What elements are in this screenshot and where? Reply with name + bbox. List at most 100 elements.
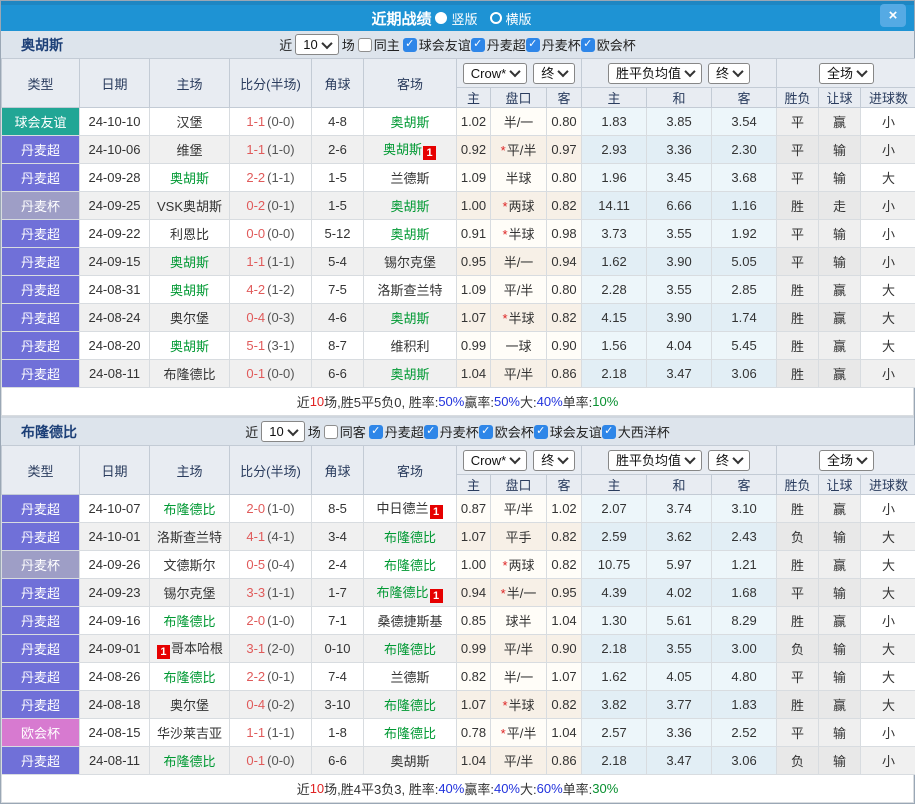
wdl-result-cell: 胜: [777, 691, 819, 719]
league-checkbox[interactable]: 丹麦超: [471, 35, 526, 54]
avg-away-cell: 3.00: [712, 635, 777, 663]
avg-away-cell: 5.45: [712, 332, 777, 360]
match-count-select[interactable]: 10: [261, 421, 304, 442]
match-count-select[interactable]: 10: [295, 34, 338, 55]
avg-final-select[interactable]: 终: [708, 450, 750, 471]
radio-horizontal-layout[interactable]: 横版: [490, 9, 532, 28]
odds-away-cell: 0.82: [547, 304, 582, 332]
score-cell: 0-1(0-0): [230, 360, 312, 388]
radio-vertical-label: 竖版: [451, 9, 477, 28]
handicap-result-cell: 输: [819, 248, 861, 276]
league-checkbox[interactable]: 丹麦杯: [526, 35, 581, 54]
handicap-line-label: 半/一: [504, 670, 534, 685]
halftime-score: (1-0): [267, 501, 294, 516]
fulltime-select[interactable]: 全场: [819, 450, 874, 471]
handicap-line-cell: 平/半: [491, 495, 547, 523]
handicap-line-cell: 平手: [491, 523, 547, 551]
team-label: 洛斯查兰特: [157, 530, 222, 545]
league-checkbox[interactable]: 丹麦杯: [424, 422, 479, 441]
team-label: 奥胡斯: [390, 367, 429, 382]
red-card-badge: 1: [430, 505, 443, 519]
odds-away-cell: 0.80: [547, 276, 582, 304]
league-checkbox[interactable]: 大西洋杯: [602, 422, 670, 441]
league-checkbox[interactable]: 球会友谊: [403, 35, 471, 54]
fulltime-score: 0-2: [246, 198, 265, 213]
wdl-result-cell: 负: [777, 747, 819, 775]
handicap-line-label: 一球: [505, 339, 531, 354]
same-venue-checkbox[interactable]: 同客: [324, 422, 366, 441]
avg-draw-cell: 3.77: [647, 691, 712, 719]
avg-draw-cell: 3.47: [647, 360, 712, 388]
goals-result-cell: 大: [861, 164, 915, 192]
halftime-score: (4-1): [267, 529, 294, 544]
league-checkbox[interactable]: 欧会杯: [479, 422, 534, 441]
halftime-score: (1-1): [267, 170, 294, 185]
sub-header-odds-away: 客: [547, 88, 582, 108]
handicap-result-cell: 赢: [819, 332, 861, 360]
avg-final-select[interactable]: 终: [708, 63, 750, 84]
corners-cell: 6-6: [312, 360, 364, 388]
date-cell: 24-09-16: [80, 607, 150, 635]
fulltime-group-header: 全场: [777, 59, 915, 88]
league-checkbox[interactable]: 欧会杯: [581, 35, 636, 54]
home-team-cell: 洛斯查兰特: [150, 523, 230, 551]
checkbox-icon: [479, 425, 493, 439]
halftime-score: (1-1): [267, 585, 294, 600]
col-header-type: 类型: [2, 59, 80, 108]
odds-final-select[interactable]: 终: [533, 63, 575, 84]
avg-home-cell: 1.30: [582, 607, 647, 635]
wdl-result-cell: 平: [777, 579, 819, 607]
score-cell: 0-0(0-0): [230, 220, 312, 248]
avg-select[interactable]: 胜平负均值: [608, 450, 702, 471]
sub-header-odds-home: 主: [457, 88, 491, 108]
handicap-line-cell: *半球: [491, 691, 547, 719]
table-row: 丹麦超24-09-15奥胡斯1-1(1-1)5-4锡尔克堡0.95半/一0.94…: [2, 248, 915, 276]
fulltime-select[interactable]: 全场: [819, 63, 874, 84]
radio-horizontal-label: 横版: [506, 9, 532, 28]
close-button[interactable]: ×: [880, 4, 906, 27]
halftime-score: (0-1): [267, 198, 294, 213]
corners-cell: 6-6: [312, 747, 364, 775]
score-cell: 2-0(1-0): [230, 495, 312, 523]
odds-company-select[interactable]: Crow*: [463, 450, 527, 471]
odds-final-select[interactable]: 终: [533, 450, 575, 471]
team-label: 洛斯查兰特: [377, 283, 442, 298]
date-cell: 24-08-11: [80, 747, 150, 775]
wdl-result-cell: 平: [777, 719, 819, 747]
same-venue-checkbox[interactable]: 同主: [358, 35, 400, 54]
team-label: 布隆德比: [384, 698, 436, 713]
team-name: 奥胡斯: [21, 35, 63, 55]
score-cell: 0-2(0-1): [230, 192, 312, 220]
home-team-cell: 华沙莱吉亚: [150, 719, 230, 747]
summary-part: 40%: [438, 781, 464, 796]
handicap-line-label: 平/半: [507, 726, 537, 741]
odds-away-cell: 0.94: [547, 248, 582, 276]
handicap-result-cell: 赢: [819, 276, 861, 304]
col-header-date: 日期: [80, 446, 150, 495]
handicap-line-cell: 半/一: [491, 108, 547, 136]
sub-header-line: 盘口: [491, 88, 547, 108]
team-label: 汉堡: [176, 115, 202, 130]
league-checkbox[interactable]: 丹麦超: [369, 422, 424, 441]
avg-home-cell: 1.83: [582, 108, 647, 136]
radio-vertical-layout[interactable]: 竖版: [435, 9, 477, 28]
league-checkbox[interactable]: 球会友谊: [534, 422, 602, 441]
away-team-cell: 洛斯查兰特: [364, 276, 457, 304]
date-cell: 24-09-15: [80, 248, 150, 276]
avg-draw-cell: 6.66: [647, 192, 712, 220]
handicap-line-cell: 半/一: [491, 248, 547, 276]
table-row: 丹麦超24-09-28奥胡斯2-2(1-1)1-5兰德斯1.09半球0.801.…: [2, 164, 915, 192]
match-rows: 球会友谊24-10-10汉堡1-1(0-0)4-8奥胡斯1.02半/一0.801…: [2, 108, 915, 388]
avg-draw-cell: 3.47: [647, 747, 712, 775]
handicap-line-cell: 球半: [491, 607, 547, 635]
goals-result-cell: 小: [861, 495, 915, 523]
halftime-score: (0-3): [267, 310, 294, 325]
avg-home-cell: 3.73: [582, 220, 647, 248]
avg-select[interactable]: 胜平负均值: [608, 63, 702, 84]
away-team-cell: 布隆德比: [364, 551, 457, 579]
score-cell: 2-2(1-1): [230, 164, 312, 192]
summary-part: 50%: [438, 394, 464, 409]
team-label: 布隆德比: [384, 558, 436, 573]
odds-company-select[interactable]: Crow*: [463, 63, 527, 84]
table-row: 丹麦超24-08-20奥胡斯5-1(3-1)8-7维积利0.99一球0.901.…: [2, 332, 915, 360]
